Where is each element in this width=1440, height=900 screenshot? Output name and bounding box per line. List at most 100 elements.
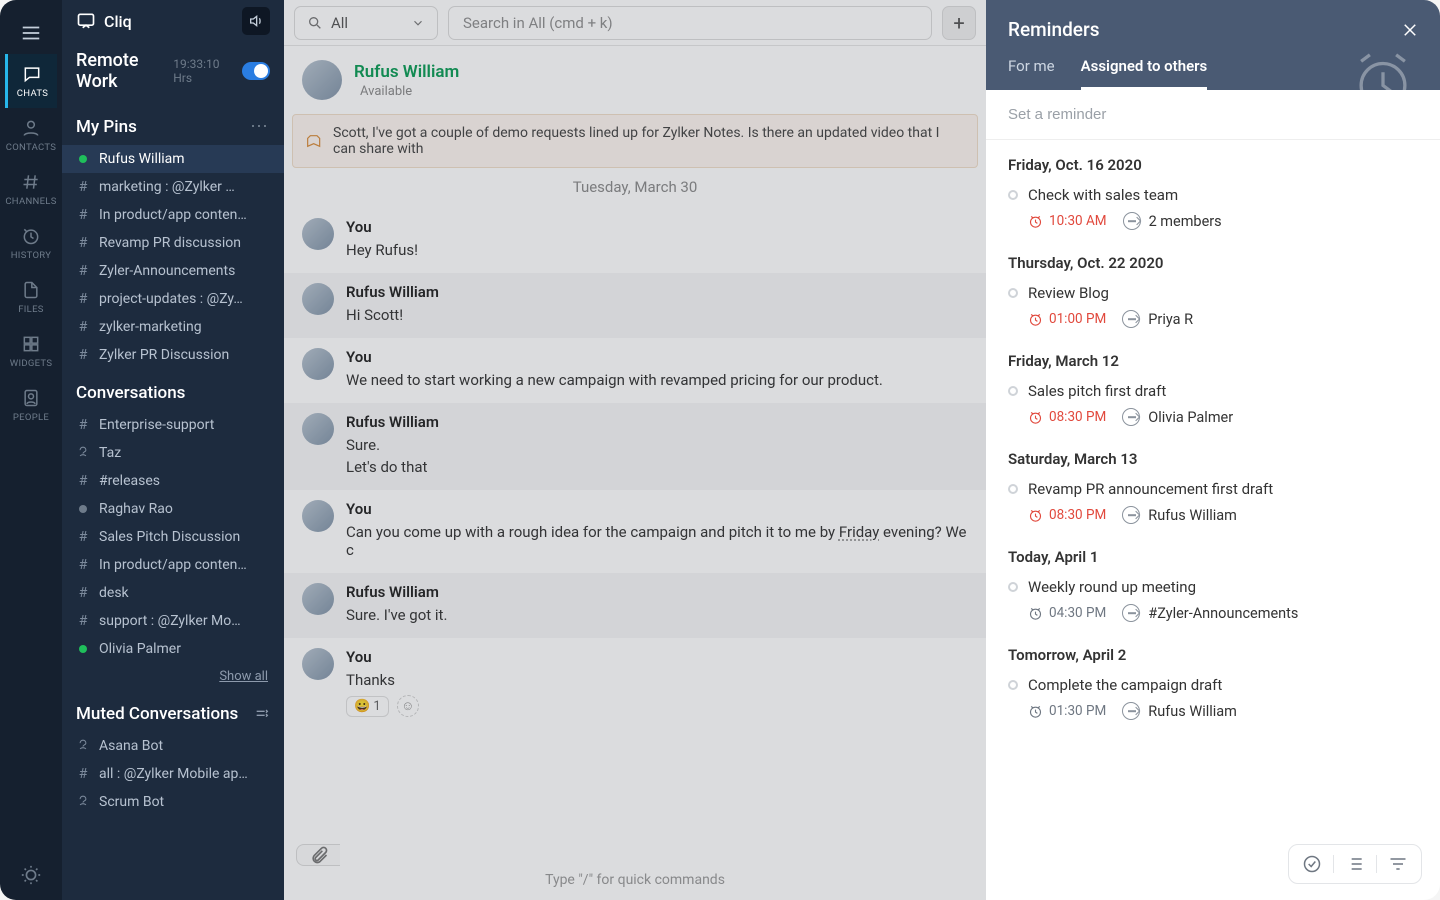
message-2: YouWe need to start working a new campai…: [284, 338, 986, 403]
reminder-assignee: 2 members: [1123, 212, 1222, 230]
sound-toggle[interactable]: [242, 7, 270, 35]
conversations-heading: Conversations: [76, 383, 185, 403]
filter-icon[interactable]: [1385, 853, 1411, 875]
sidebar-item-conv-3[interactable]: Raghav Rao: [62, 495, 284, 523]
sidebar-item-conv-0[interactable]: #Enterprise-support: [62, 411, 284, 439]
remote-timer: 19:33:10 Hrs: [173, 57, 233, 85]
msg-avatar: [302, 348, 334, 380]
new-chat-button[interactable]: +: [942, 6, 976, 40]
menu-icon[interactable]: [0, 12, 62, 54]
pin-icon: [307, 133, 323, 149]
sidebar-item-conv-1[interactable]: Taz: [62, 439, 284, 467]
close-icon[interactable]: [1398, 18, 1422, 42]
assign-icon: [1122, 604, 1140, 622]
rail-contacts[interactable]: CONTACTS: [5, 108, 56, 162]
message-3: Rufus WilliamSure.Let's do that: [284, 403, 986, 490]
reminder-item-4-0[interactable]: Weekly round up meeting04:30 PM#Zyler-An…: [986, 572, 1440, 630]
reminder-date-2: Friday, March 12: [986, 336, 1440, 376]
remote-toggle[interactable]: [242, 62, 270, 80]
reminder-date-0: Friday, Oct. 16 2020: [986, 140, 1440, 180]
attach-button[interactable]: [296, 844, 340, 866]
date-divider: Tuesday, March 30: [284, 172, 986, 208]
search-filter[interactable]: All: [294, 6, 438, 40]
chevron-down-icon: [411, 16, 425, 30]
sidebar-item-conv-7[interactable]: #support : @Zylker Mo…: [62, 607, 284, 635]
reaction[interactable]: 😀 1: [346, 696, 389, 717]
sidebar-item-muted-1[interactable]: #all : @Zylker Mobile ap…: [62, 760, 284, 788]
reminder-time: 04:30 PM: [1028, 605, 1106, 621]
reminder-checkbox[interactable]: [1008, 484, 1018, 494]
sidebar-item-pin-6[interactable]: #zylker-marketing: [62, 313, 284, 341]
sidebar-item-conv-4[interactable]: #Sales Pitch Discussion: [62, 523, 284, 551]
rail-channels[interactable]: CHANNELS: [5, 162, 56, 216]
pins-heading: My Pins: [76, 117, 137, 137]
reminders-title: Reminders: [1008, 18, 1418, 41]
reminder-assignee: #Zyler-Announcements: [1122, 604, 1298, 622]
rail-history[interactable]: HISTORY: [5, 216, 56, 270]
sidebar-item-pin-2[interactable]: #In product/app conten…: [62, 201, 284, 229]
reminder-item-3-0[interactable]: Revamp PR announcement first draft08:30 …: [986, 474, 1440, 532]
reminder-time: 01:30 PM: [1028, 703, 1106, 719]
show-all-link[interactable]: Show all: [62, 663, 284, 690]
reminder-date-5: Tomorrow, April 2: [986, 630, 1440, 670]
composer: Type "/" for quick commands: [284, 834, 986, 900]
sidebar-item-conv-8[interactable]: Olivia Palmer: [62, 635, 284, 663]
search-input[interactable]: Search in All (cmd + k): [448, 6, 932, 40]
reminder-assignee: Rufus William: [1122, 506, 1237, 524]
reminder-item-0-0[interactable]: Check with sales team10:30 AM2 members: [986, 180, 1440, 238]
reminder-checkbox[interactable]: [1008, 680, 1018, 690]
assign-icon: [1122, 506, 1140, 524]
msg-avatar: [302, 500, 334, 532]
reminder-date-1: Thursday, Oct. 22 2020: [986, 238, 1440, 278]
list-view-icon[interactable]: [1342, 853, 1368, 875]
rail-files[interactable]: FILES: [5, 270, 56, 324]
add-reaction-icon[interactable]: ☺: [397, 695, 419, 717]
reminder-assignee: Priya R: [1122, 310, 1193, 328]
muted-settings-icon[interactable]: [254, 706, 270, 722]
reminders-panel: Reminders For me Assigned to others Frid…: [986, 0, 1440, 900]
alarm-decor-icon: [1348, 46, 1418, 116]
rail-chats[interactable]: CHATS: [5, 54, 56, 108]
peer-avatar[interactable]: [302, 60, 342, 100]
reminder-checkbox[interactable]: [1008, 288, 1018, 298]
pinned-banner[interactable]: Scott, I've got a couple of demo request…: [292, 114, 978, 168]
sidebar-item-pin-3[interactable]: #Revamp PR discussion: [62, 229, 284, 257]
mark-done-icon[interactable]: [1299, 853, 1325, 875]
sidebar-item-pin-7[interactable]: #Zylker PR Discussion: [62, 341, 284, 369]
rail-people[interactable]: PEOPLE: [5, 378, 56, 432]
top-bar: All Search in All (cmd + k) +: [284, 0, 986, 46]
sidebar-item-conv-6[interactable]: #desk: [62, 579, 284, 607]
theme-toggle-icon[interactable]: [0, 850, 62, 900]
sidebar-item-pin-4[interactable]: #Zyler-Announcements: [62, 257, 284, 285]
sidebar-item-muted-0[interactable]: Asana Bot: [62, 732, 284, 760]
sidebar-item-conv-5[interactable]: #In product/app conten…: [62, 551, 284, 579]
message-6: YouThanks😀 1☺: [284, 638, 986, 727]
msg-avatar: [302, 583, 334, 615]
reminder-checkbox[interactable]: [1008, 582, 1018, 592]
reminder-item-1-0[interactable]: Review Blog01:00 PMPriya R: [986, 278, 1440, 336]
tab-assigned-others[interactable]: Assigned to others: [1081, 57, 1208, 90]
app-brand: Cliq: [76, 11, 132, 31]
muted-heading: Muted Conversations: [76, 704, 238, 724]
reminder-assignee: Rufus William: [1122, 702, 1237, 720]
reminder-item-2-0[interactable]: Sales pitch first draft08:30 PMOlivia Pa…: [986, 376, 1440, 434]
nav-rail: CHATSCONTACTSCHANNELSHISTORYFILESWIDGETS…: [0, 0, 62, 900]
sidebar-item-pin-0[interactable]: Rufus William: [62, 145, 284, 173]
reminder-item-5-0[interactable]: Complete the campaign draft01:30 PMRufus…: [986, 670, 1440, 728]
pins-menu-icon[interactable]: ⋯: [250, 116, 270, 137]
sidebar-item-pin-1[interactable]: #marketing : @Zylker …: [62, 173, 284, 201]
sidebar-item-muted-2[interactable]: Scrum Bot: [62, 788, 284, 816]
reminder-date-3: Saturday, March 13: [986, 434, 1440, 474]
message-0: YouHey Rufus!: [284, 208, 986, 273]
reminder-checkbox[interactable]: [1008, 190, 1018, 200]
tab-for-me[interactable]: For me: [1008, 57, 1055, 90]
reminder-assignee: Olivia Palmer: [1122, 408, 1233, 426]
rail-widgets[interactable]: WIDGETS: [5, 324, 56, 378]
reminder-checkbox[interactable]: [1008, 386, 1018, 396]
sidebar-item-pin-5[interactable]: #project-updates : @Zy…: [62, 285, 284, 313]
reminder-time: 08:30 PM: [1028, 409, 1106, 425]
sidebar-item-conv-2[interactable]: ##releases: [62, 467, 284, 495]
message-5: Rufus WilliamSure. I've got it.: [284, 573, 986, 638]
assign-icon: [1122, 310, 1140, 328]
peer-name[interactable]: Rufus William: [354, 62, 459, 82]
